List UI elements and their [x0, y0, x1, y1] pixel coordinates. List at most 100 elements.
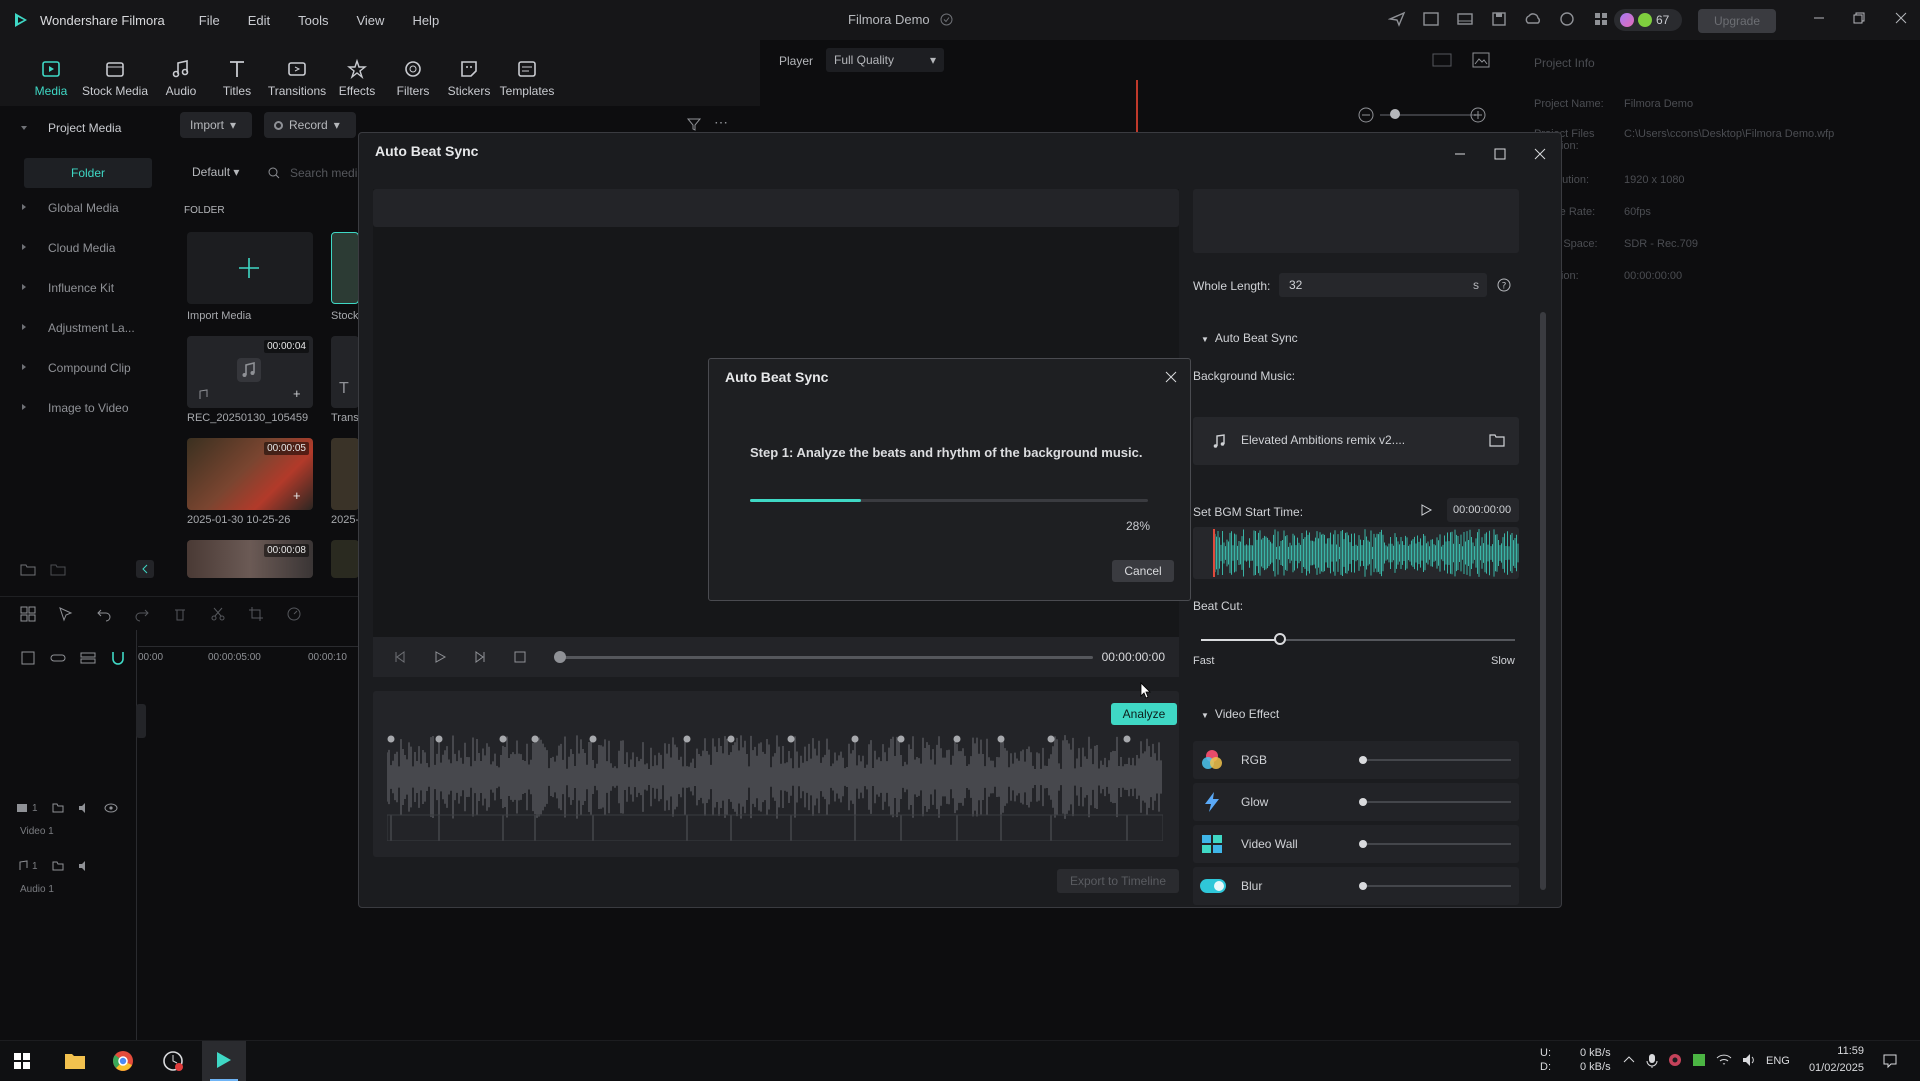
layout-icon[interactable]	[1456, 10, 1474, 28]
filter-icon[interactable]	[686, 116, 702, 132]
eye-icon[interactable]	[104, 802, 118, 814]
save-icon[interactable]	[1490, 10, 1508, 28]
folder-icon[interactable]	[1489, 433, 1505, 447]
media-clip[interactable]: 00:00:08	[187, 540, 313, 578]
folder-icon[interactable]	[52, 860, 64, 872]
bgm-start-marker[interactable]	[1213, 529, 1215, 577]
record-tray-icon[interactable]	[1668, 1053, 1682, 1067]
add-to-timeline-icon[interactable]: +	[293, 386, 301, 401]
export-to-timeline-button[interactable]: Export to Timeline	[1057, 869, 1179, 893]
sidebar-item-cloud-media[interactable]: Cloud Media	[48, 241, 115, 255]
add-track-icon[interactable]	[20, 650, 36, 666]
timeline-scroll-handle[interactable]	[136, 704, 146, 738]
section-auto-beat-sync[interactable]: ▼ Auto Beat Sync	[1201, 331, 1298, 345]
menu-edit[interactable]: Edit	[248, 13, 270, 28]
bgm-start-input[interactable]: 00:00:00:00	[1447, 498, 1519, 522]
sidebar-item-project-media[interactable]: Project Media	[48, 121, 121, 135]
effect-slider[interactable]	[1363, 843, 1511, 845]
sidebar-item-image-to-video[interactable]: Image to Video	[48, 401, 129, 415]
minimize-icon[interactable]	[1812, 11, 1826, 25]
add-to-timeline-icon[interactable]: +	[293, 488, 301, 503]
send-icon[interactable]	[1388, 10, 1406, 28]
analyze-button[interactable]: Analyze	[1111, 703, 1177, 725]
clock-app-icon[interactable]	[162, 1050, 184, 1072]
clock-date[interactable]: 01/02/2025	[1800, 1062, 1864, 1074]
magnet-icon[interactable]	[110, 650, 126, 666]
close-icon[interactable]	[1894, 11, 1908, 25]
restore-icon[interactable]	[1852, 11, 1866, 25]
more-options-icon[interactable]: ⋯	[714, 114, 728, 131]
folder-icon[interactable]	[52, 802, 64, 814]
effect-slider-knob[interactable]	[1359, 798, 1367, 806]
import-media-tile[interactable]	[187, 232, 313, 304]
language-indicator[interactable]: ENG	[1766, 1055, 1790, 1067]
tasks-icon[interactable]	[1422, 10, 1440, 28]
media-clip[interactable]	[331, 540, 359, 578]
scrubber-knob[interactable]	[554, 651, 566, 663]
menu-file[interactable]: File	[199, 13, 220, 28]
green-app-icon[interactable]	[1692, 1053, 1706, 1067]
effect-slider-knob[interactable]	[1359, 756, 1367, 764]
select-tool-icon[interactable]	[58, 606, 74, 622]
tool-stock-media[interactable]: Stock Media	[80, 58, 150, 98]
clock-time[interactable]: 11:59	[1818, 1045, 1864, 1057]
effect-slider-knob[interactable]	[1359, 840, 1367, 848]
sidebar-item-influence-kit[interactable]: Influence Kit	[48, 281, 114, 295]
maximize-icon[interactable]	[1493, 147, 1507, 161]
collapse-panel-button[interactable]	[136, 560, 154, 578]
track-manager-icon[interactable]	[80, 650, 96, 666]
media-clip[interactable]	[331, 438, 359, 510]
taskbar-filmora[interactable]	[202, 1041, 246, 1081]
tool-templates[interactable]: Templates	[492, 58, 562, 98]
layout-grid-icon[interactable]	[20, 606, 36, 622]
stock-tile[interactable]	[331, 232, 359, 304]
file-explorer-icon[interactable]	[64, 1051, 86, 1071]
cut-icon[interactable]	[210, 606, 226, 622]
crop-icon[interactable]	[248, 606, 264, 622]
speaker-icon[interactable]	[1742, 1053, 1758, 1067]
zoom-out-icon[interactable]	[1358, 107, 1374, 123]
wifi-icon[interactable]	[1716, 1053, 1732, 1067]
cloud-upload-icon[interactable]	[1524, 10, 1542, 28]
sidebar-item-adjustment-layer[interactable]: Adjustment La...	[48, 321, 135, 335]
preview-scrubber[interactable]	[557, 656, 1093, 659]
delete-icon[interactable]	[172, 606, 188, 622]
sidebar-item-folder[interactable]: Folder	[24, 158, 152, 188]
effect-slider-knob[interactable]	[1359, 882, 1367, 890]
link-icon[interactable]	[50, 650, 66, 666]
effect-slider[interactable]	[1363, 801, 1511, 803]
help-icon[interactable]: ?	[1497, 278, 1511, 292]
new-folder-icon[interactable]	[20, 562, 36, 576]
sidebar-item-compound-clip[interactable]: Compound Clip	[48, 361, 131, 375]
stop-icon[interactable]	[513, 650, 527, 664]
next-frame-icon[interactable]	[473, 650, 487, 664]
speed-icon[interactable]	[286, 606, 302, 622]
beat-cut-knob[interactable]	[1273, 633, 1286, 645]
quality-dropdown[interactable]: Full Quality ▾	[826, 48, 944, 72]
microphone-icon[interactable]	[1646, 1053, 1658, 1069]
effect-slider[interactable]	[1363, 759, 1511, 761]
redo-icon[interactable]	[134, 606, 150, 622]
image-icon[interactable]	[1472, 52, 1490, 68]
close-icon[interactable]	[1165, 371, 1177, 383]
sidebar-item-global-media[interactable]: Global Media	[48, 201, 119, 215]
bgm-waveform[interactable]	[1193, 527, 1519, 579]
close-icon[interactable]	[1533, 147, 1547, 161]
media-clip[interactable]: 00:00:05 +	[187, 438, 313, 510]
media-clip[interactable]: 00:00:04 +	[187, 336, 313, 408]
record-dropdown[interactable]: Record ▾	[264, 112, 356, 138]
media-clip[interactable]: T	[331, 336, 359, 408]
minimize-icon[interactable]	[1453, 147, 1467, 161]
settings-scrollbar[interactable]	[1540, 312, 1546, 890]
volume-icon[interactable]	[78, 860, 90, 872]
notification-icon[interactable]	[1882, 1053, 1898, 1069]
upgrade-button[interactable]: Upgrade	[1698, 9, 1776, 33]
zoom-in-icon[interactable]	[1470, 107, 1486, 123]
sort-dropdown[interactable]: Default ▾	[192, 165, 239, 179]
background-music-selector[interactable]: Elevated Ambitions remix v2....	[1193, 417, 1519, 465]
previous-frame-icon[interactable]	[393, 650, 407, 664]
menu-help[interactable]: Help	[412, 13, 439, 28]
apps-grid-icon[interactable]	[1592, 10, 1610, 28]
undo-icon[interactable]	[96, 606, 112, 622]
snapshot-icon[interactable]	[1432, 52, 1452, 68]
